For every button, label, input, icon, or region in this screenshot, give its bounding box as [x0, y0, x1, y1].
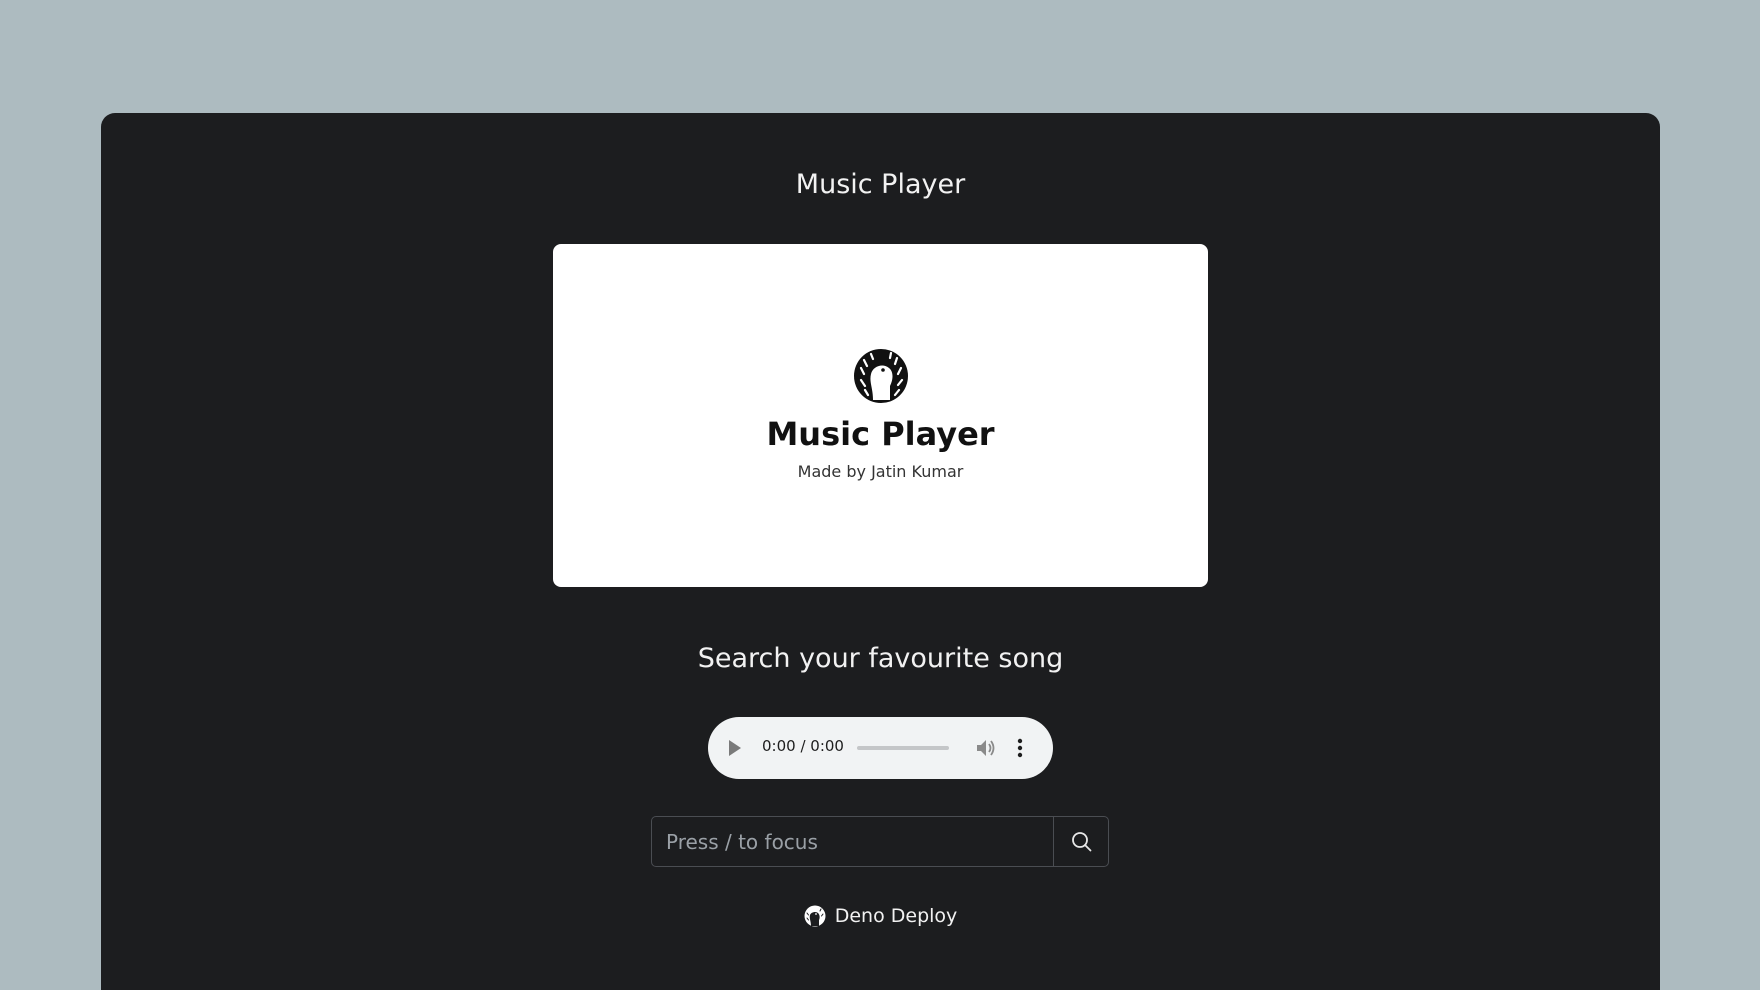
page-title: Music Player: [795, 169, 966, 200]
search-heading: Search your favourite song: [697, 643, 1064, 674]
banner-subtitle: Made by Jatin Kumar: [797, 462, 964, 481]
search-box: [651, 816, 1109, 867]
deno-deploy-label: Deno Deploy: [834, 905, 958, 927]
search-icon: [1072, 832, 1092, 852]
banner-title: Music Player: [766, 415, 995, 453]
footer: Deno Deploy: [101, 905, 1660, 932]
time-display: 0:00 / 0:00: [762, 737, 844, 755]
audio-player: 0:00 / 0:00: [708, 717, 1053, 779]
app-window: Music Player Music Player Made by Jatin …: [101, 113, 1660, 990]
progress-slider[interactable]: [857, 746, 949, 750]
search-input[interactable]: [652, 817, 1052, 866]
banner-card: Music Player Made by Jatin Kumar: [553, 244, 1208, 587]
volume-icon[interactable]: [974, 737, 996, 759]
search-button[interactable]: [1053, 817, 1108, 866]
deno-logo-icon: [804, 905, 826, 927]
deno-dinosaur-icon: [854, 349, 908, 403]
play-icon[interactable]: [729, 740, 741, 756]
deno-deploy-link[interactable]: Deno Deploy: [804, 905, 958, 927]
more-vertical-icon[interactable]: [1017, 737, 1023, 759]
